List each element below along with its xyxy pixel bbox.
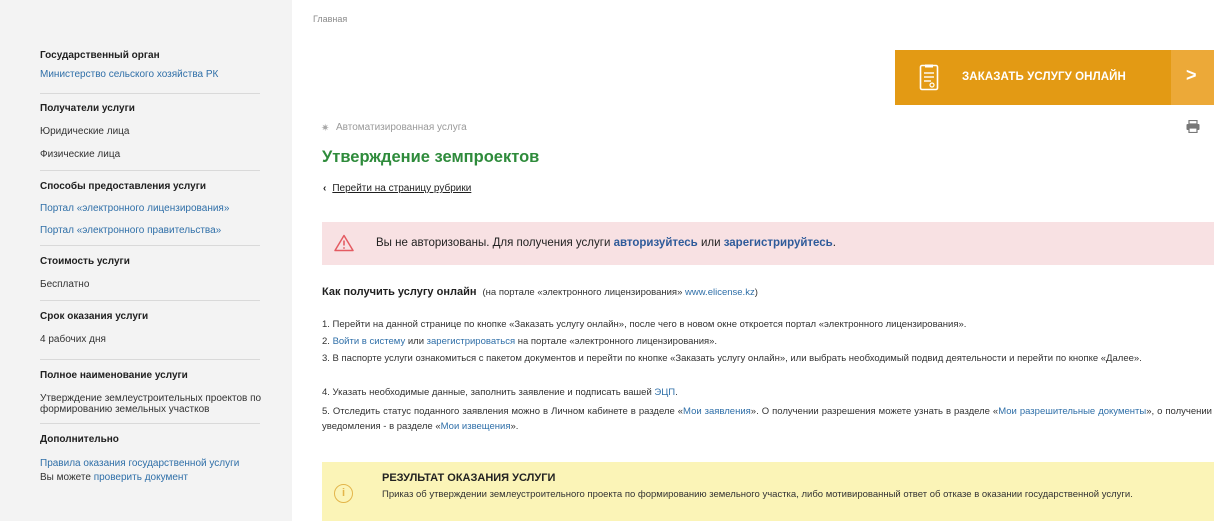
sidebar-link-rules[interactable]: Правила оказания государственной услуги	[40, 458, 239, 469]
step-1: 1. Перейти на данной странице по кнопке …	[322, 319, 967, 330]
page-title: Утверждение земпроектов	[322, 148, 540, 166]
my-permits-link[interactable]: Мои разрешительные документы	[998, 406, 1146, 417]
step-4-text: 4. Указать необходимые данные, заполнить…	[322, 387, 655, 398]
step-2: 2. Войти в систему или зарегистрироватьс…	[322, 334, 1212, 349]
howto-heading-row: Как получить услугу онлайн (на портале «э…	[322, 286, 758, 298]
register-link[interactable]: зарегистрируйтесь	[724, 237, 833, 249]
sidebar-divider	[40, 300, 260, 301]
step-4-end: .	[675, 387, 678, 398]
howto-note-prefix: (на портале «электронного лицензирования…	[482, 287, 685, 298]
register-link-step[interactable]: зарегистрироваться	[427, 336, 515, 347]
sidebar-item-individuals: Физические лица	[40, 149, 121, 160]
alert-suffix: .	[832, 237, 836, 249]
back-link-label: Перейти на страницу рубрики	[332, 183, 472, 194]
order-button-label: ЗАКАЗАТЬ УСЛУГУ ОНЛАЙН	[962, 71, 1126, 83]
sidebar-title-full-name: Полное наименование услуги	[40, 370, 188, 381]
step-2-middle: или	[405, 336, 427, 347]
login-link[interactable]: авторизуйтесь	[614, 237, 698, 249]
breadcrumb-home[interactable]: Главная	[313, 14, 347, 24]
check-document-prefix: Вы можете	[40, 472, 94, 483]
check-document-link[interactable]: проверить документ	[94, 472, 188, 483]
alert-prefix: Вы не авторизованы. Для получения услуги	[376, 237, 614, 249]
sidebar-divider	[40, 245, 260, 246]
gear-icon: ✷	[321, 123, 330, 134]
sidebar-divider	[40, 93, 260, 94]
step-5-b: ». О получении разрешения можете узнать …	[750, 406, 999, 417]
sidebar-title-methods: Способы предоставления услуги	[40, 181, 207, 192]
sidebar-divider	[40, 170, 260, 171]
auth-warning-alert: Вы не авторизованы. Для получения услуги…	[322, 222, 1214, 265]
order-service-online-button[interactable]: ЗАКАЗАТЬ УСЛУГУ ОНЛАЙН >	[895, 50, 1214, 105]
my-applications-link[interactable]: Мои заявления	[683, 406, 751, 417]
sidebar-title-term: Срок оказания услуги	[40, 311, 149, 322]
result-text: Приказ об утверждении землеустроительног…	[382, 489, 1133, 500]
sidebar-title-additional: Дополнительно	[40, 434, 119, 445]
back-to-rubric-link[interactable]: ‹ Перейти на страницу рубрики	[323, 183, 471, 194]
sidebar-link-elicense[interactable]: Портал «электронного лицензирования»	[40, 203, 229, 214]
sidebar-item-term: 4 рабочих дня	[40, 334, 106, 345]
sidebar-item-cost: Бесплатно	[40, 279, 90, 290]
chevron-right-icon: >	[1186, 65, 1197, 85]
eds-link[interactable]: ЭЦП	[654, 387, 675, 398]
step-5-d: ».	[510, 421, 519, 432]
document-icon	[919, 64, 939, 91]
alert-message: Вы не авторизованы. Для получения услуги…	[376, 237, 836, 249]
sidebar-divider	[40, 359, 260, 360]
step-2-number: 2.	[322, 336, 333, 347]
sidebar-check-document: Вы можете проверить документ	[40, 472, 188, 483]
sidebar-item-legal-entities: Юридические лица	[40, 126, 130, 137]
sidebar-title-cost: Стоимость услуги	[40, 256, 130, 267]
sidebar-link-egov[interactable]: Портал «электронного правительства»	[40, 225, 221, 236]
result-title: РЕЗУЛЬТАТ ОКАЗАНИЯ УСЛУГИ	[382, 472, 556, 484]
service-result-box: i РЕЗУЛЬТАТ ОКАЗАНИЯ УСЛУГИ Приказ об ут…	[322, 462, 1214, 521]
my-notices-link[interactable]: Мои извещения	[441, 421, 511, 432]
sidebar-title-agency: Государственный орган	[40, 50, 160, 61]
chevron-left-icon: ‹	[323, 183, 327, 194]
sidebar-title-recipients: Получатели услуги	[40, 103, 135, 114]
elicense-url-link[interactable]: www.elicense.kz	[685, 287, 755, 298]
step-2-end: на портале «электронного лицензирования»…	[515, 336, 718, 347]
step-5-a: 5. Отследить статус поданного заявления …	[322, 406, 684, 417]
sidebar-link-ministry[interactable]: Министерство сельского хозяйства РК	[40, 69, 218, 80]
sidebar-divider	[40, 423, 260, 424]
service-type: ✷ Автоматизированная услуга	[321, 122, 467, 134]
howto-note: (на портале «электронного лицензирования…	[482, 287, 757, 298]
warning-icon	[334, 234, 354, 252]
info-icon: i	[334, 484, 353, 503]
sidebar-item-full-name: Утверждение землеустроительных проектов …	[40, 393, 262, 415]
howto-note-suffix: )	[754, 287, 758, 298]
sidebar: Государственный орган Министерство сельс…	[0, 0, 292, 521]
step-3: 3. В паспорте услуги ознакомиться с паке…	[322, 353, 1142, 364]
order-button-arrow[interactable]: >	[1171, 50, 1214, 105]
howto-heading: Как получить услугу онлайн	[322, 286, 477, 298]
step-5: 5. Отследить статус поданного заявления …	[322, 404, 1212, 434]
login-system-link[interactable]: Войти в систему	[333, 336, 406, 347]
print-icon[interactable]	[1186, 120, 1200, 133]
service-type-label: Автоматизированная услуга	[336, 122, 467, 133]
alert-middle: или	[697, 237, 724, 249]
step-4: 4. Указать необходимые данные, заполнить…	[322, 385, 1212, 400]
